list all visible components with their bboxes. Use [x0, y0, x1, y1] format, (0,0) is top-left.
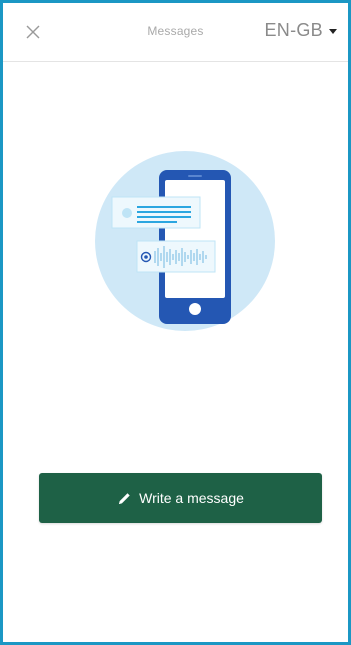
phone-home-button [189, 303, 201, 315]
language-selector[interactable]: EN-GB [264, 20, 337, 41]
header-bar: Messages EN-GB [3, 3, 348, 62]
write-message-button[interactable]: Write a message [39, 473, 322, 523]
pencil-icon [117, 491, 131, 505]
voice-bubble [136, 240, 216, 273]
caret-down-icon [329, 29, 337, 34]
language-label: EN-GB [264, 20, 323, 40]
phone-messaging-illustration [89, 138, 279, 348]
write-message-label: Write a message [139, 490, 244, 506]
text-bubble [111, 196, 201, 229]
app-frame: Messages EN-GB Write a message [0, 0, 351, 645]
